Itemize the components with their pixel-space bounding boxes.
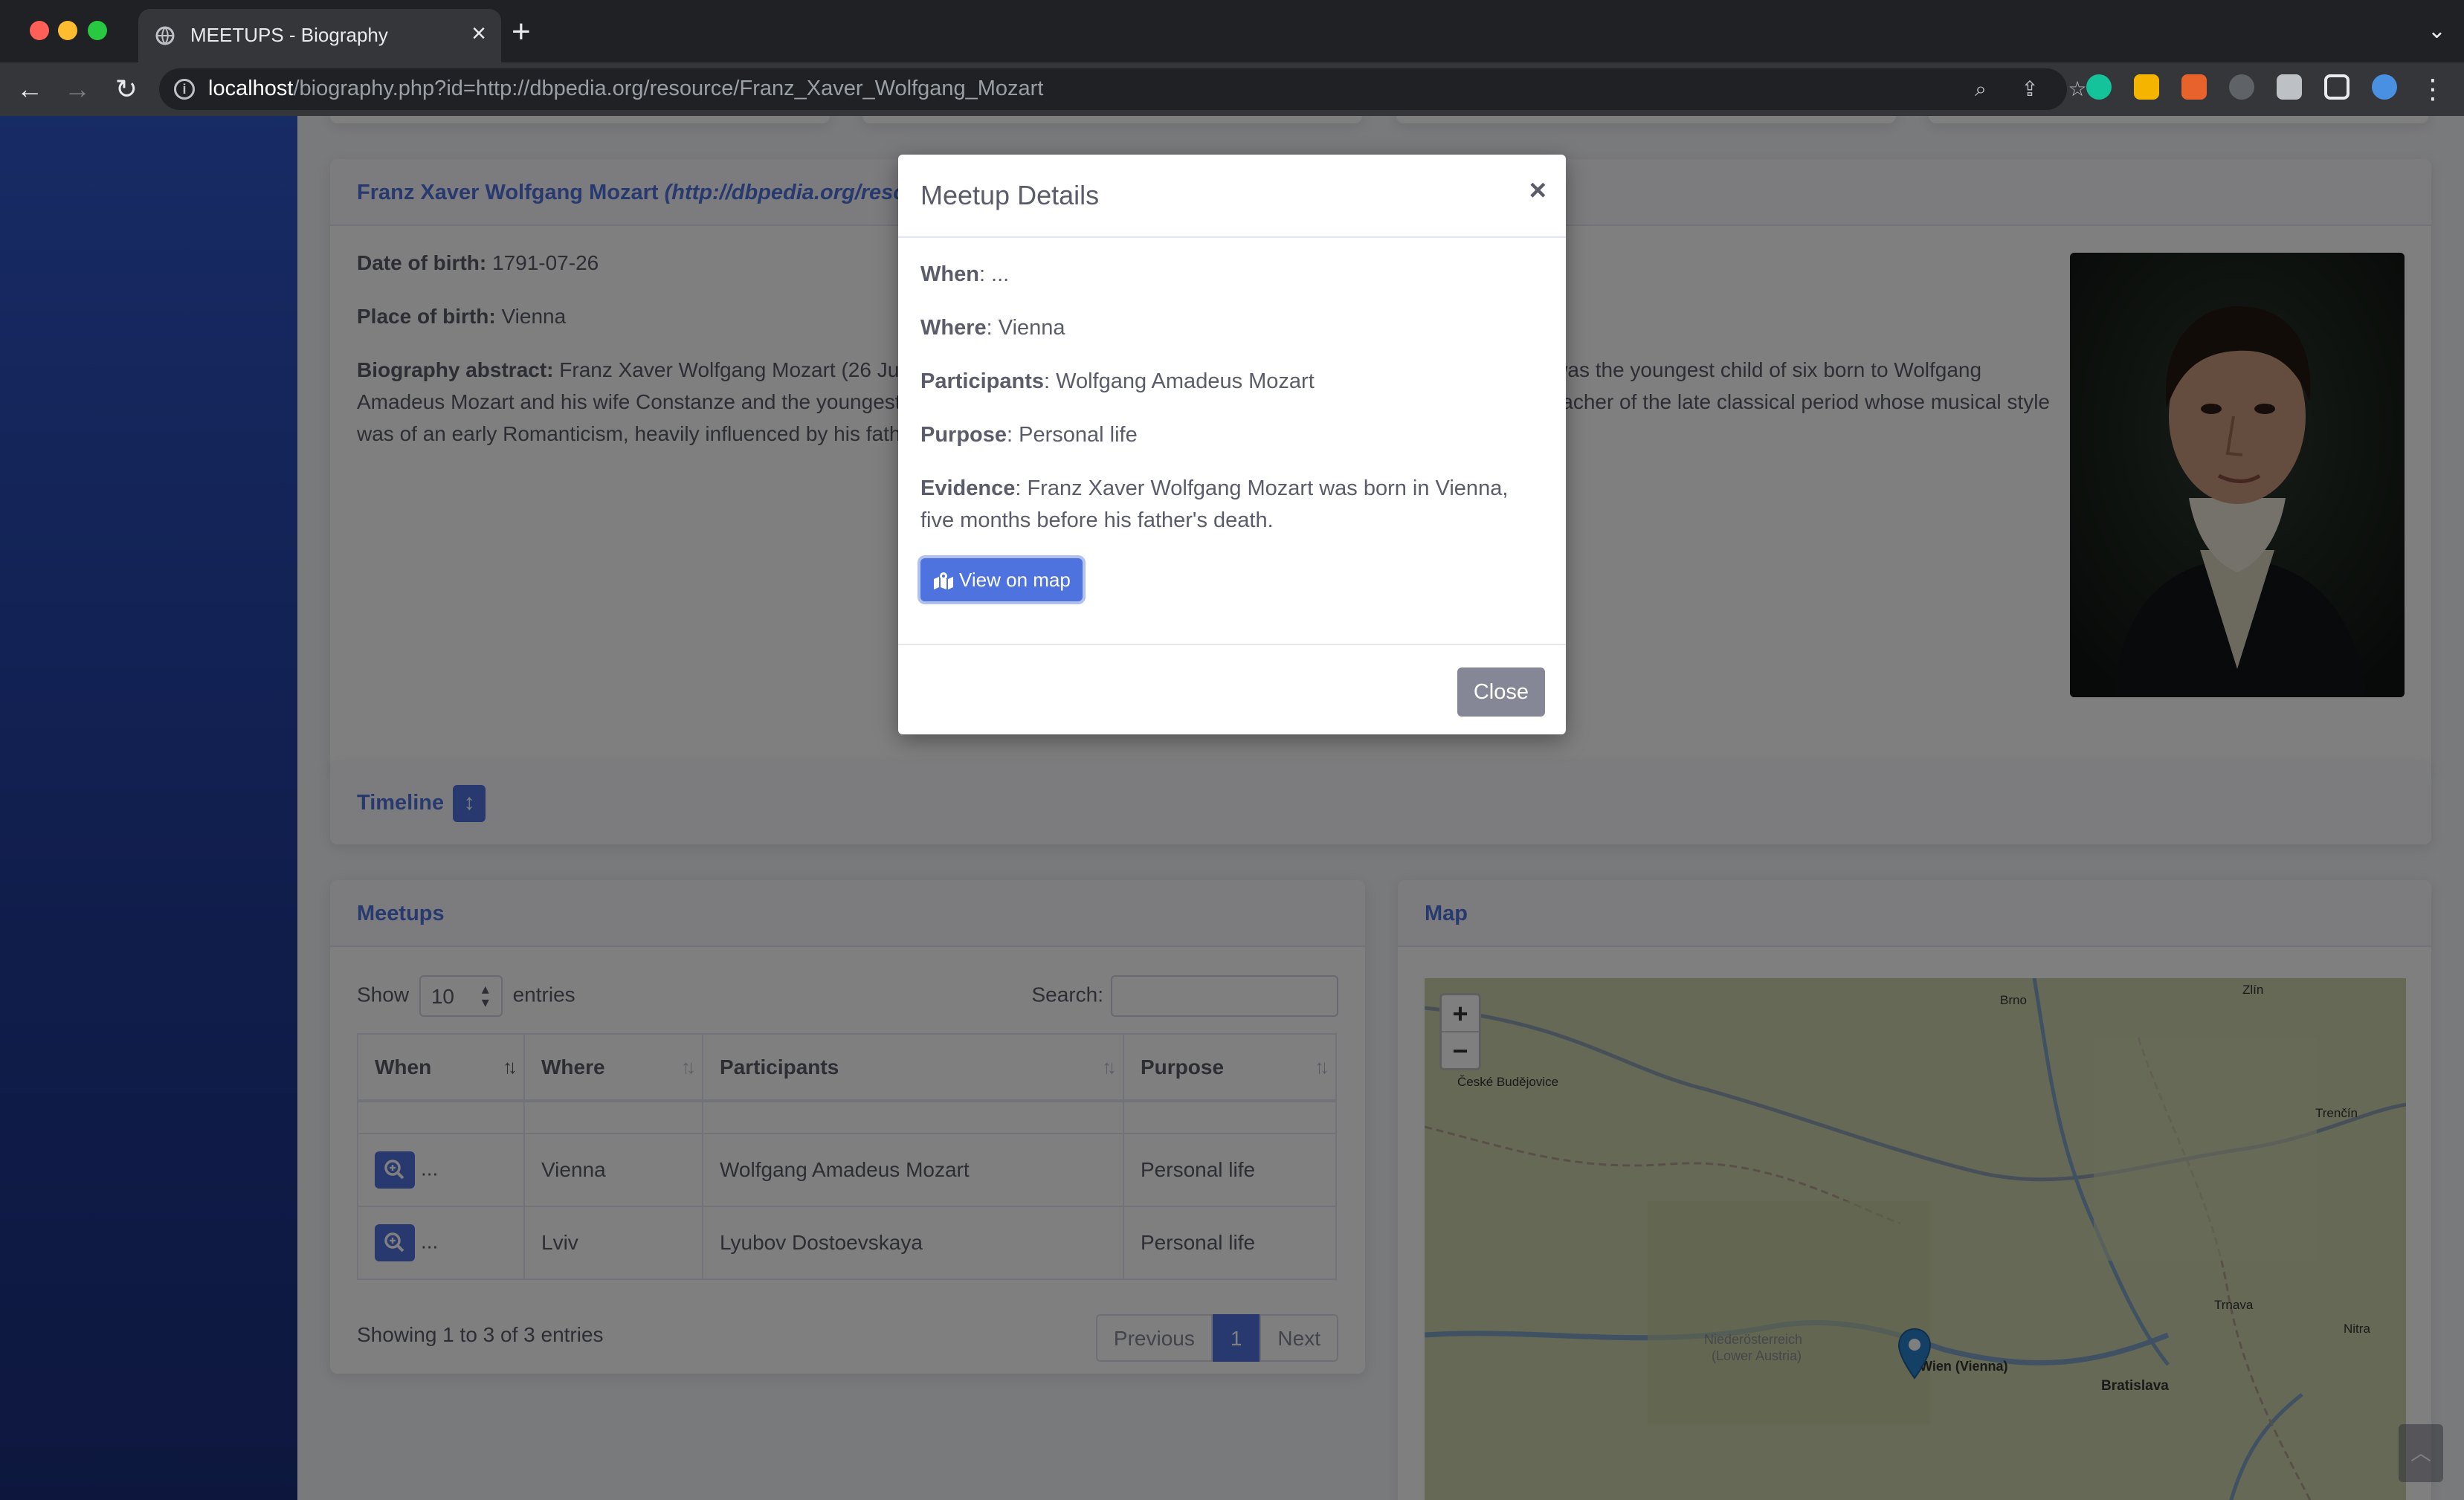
browser-tabbar: MEETUPS - Biography × + ⌄: [0, 0, 2464, 62]
view-on-map-button[interactable]: View on map: [920, 558, 1083, 601]
zoom-icon[interactable]: ⌕: [1969, 77, 1993, 101]
modal-footer: Close: [898, 644, 1566, 734]
meetup-when: When: ...: [920, 262, 1010, 286]
profile-avatar-icon[interactable]: [2372, 74, 2397, 100]
url-text[interactable]: localhost/biography.php?id=http://dbpedi…: [208, 77, 1043, 101]
tab-close-icon[interactable]: ×: [471, 19, 486, 48]
tab-title: MEETUPS - Biography: [190, 24, 388, 46]
modal-header: Meetup Details ×: [898, 155, 1566, 238]
new-tab-button[interactable]: +: [512, 13, 531, 51]
tab-search-chevron-icon[interactable]: ⌄: [2428, 18, 2446, 44]
modal-close-icon[interactable]: ×: [1529, 174, 1547, 207]
modal-body: When: ... Where: Vienna Participants: Wo…: [920, 259, 1544, 601]
share-icon[interactable]: ⇪: [2018, 77, 2042, 101]
globe-icon: [155, 26, 175, 45]
back-button[interactable]: ←: [12, 71, 48, 107]
forward-button[interactable]: →: [59, 71, 95, 107]
address-bar[interactable]: i localhost/biography.php?id=http://dbpe…: [159, 68, 2087, 110]
wifi-extension-icon[interactable]: [2229, 74, 2254, 100]
browser-menu-icon[interactable]: ⋮: [2415, 71, 2451, 107]
puzzle-extensions-icon[interactable]: [2277, 74, 2302, 100]
browser-tab[interactable]: MEETUPS - Biography ×: [138, 9, 501, 62]
meetup-where: Where: Vienna: [920, 316, 1065, 340]
modal-close-button[interactable]: Close: [1457, 667, 1545, 717]
bookmark-star-icon[interactable]: ☆: [2065, 77, 2089, 101]
window-maximize-button[interactable]: [88, 21, 107, 40]
window-close-button[interactable]: [30, 21, 49, 40]
meetup-evidence: Evidence: Franz Xaver Wolfgang Mozart wa…: [920, 476, 1509, 532]
notes-extension-icon[interactable]: [2134, 74, 2159, 100]
window-minimize-button[interactable]: [58, 21, 77, 40]
reload-button[interactable]: ↻: [109, 71, 144, 107]
side-panel-icon[interactable]: [2324, 74, 2349, 100]
meetup-details-modal: Meetup Details × When: ... Where: Vienna…: [898, 155, 1566, 734]
map-marked-icon: [934, 572, 953, 590]
meetup-participants: Participants: Wolfgang Amadeus Mozart: [920, 369, 1315, 393]
grammarly-extension-icon[interactable]: [2086, 74, 2112, 100]
site-info-icon[interactable]: i: [174, 79, 195, 100]
modal-title: Meetup Details: [920, 180, 1100, 210]
meetup-purpose: Purpose: Personal life: [920, 423, 1138, 447]
browser-toolbar: ← → ↻ i localhost/biography.php?id=http:…: [0, 62, 2464, 116]
off-extension-icon[interactable]: [2181, 74, 2207, 100]
